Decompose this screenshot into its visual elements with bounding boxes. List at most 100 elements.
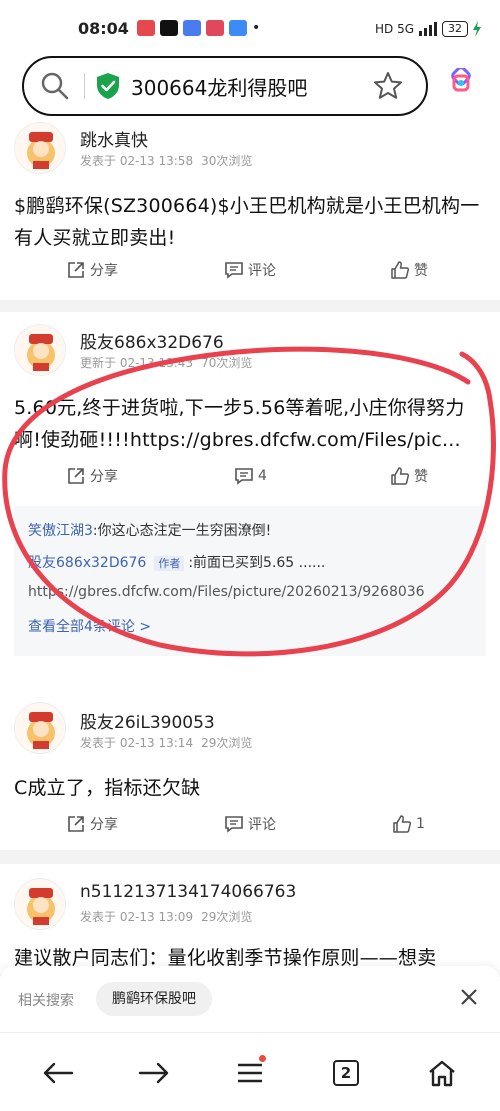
post-username[interactable]: 跳水真快 — [80, 126, 148, 151]
post-views: 29次浏览 — [201, 910, 253, 924]
like-button[interactable]: 1 — [392, 814, 425, 834]
share-button[interactable]: 分享 — [66, 814, 118, 834]
search-query[interactable]: 300664龙利得股吧 — [131, 72, 307, 101]
search-header: 300664龙利得股吧 — [0, 56, 500, 118]
comment-label: 评论 — [248, 263, 276, 279]
post-actions: 分享 评论 赞 — [0, 260, 500, 290]
status-time: 08:04 — [78, 18, 129, 38]
comment-button[interactable]: 4 — [234, 466, 267, 486]
home-button[interactable] — [424, 1055, 460, 1091]
comment-text: :你这心态注定一生穷困潦倒! — [92, 523, 272, 539]
search-bar[interactable]: 300664龙利得股吧 — [22, 56, 428, 116]
post-date: 更新于 02-13 13:43 — [80, 356, 194, 370]
signal-icon — [419, 22, 437, 36]
share-icon — [68, 816, 84, 832]
post-card[interactable]: 股友26iL390053 发表于 02-13 13:14 29次浏览 C成立了，指… — [0, 686, 500, 850]
user-avatar[interactable] — [14, 324, 66, 376]
post-meta: 更新于 02-13 13:43 70次浏览 — [80, 354, 260, 371]
network-label: HD 5G — [374, 22, 414, 36]
comment-icon — [225, 816, 243, 833]
notification-dot — [259, 1055, 266, 1062]
browser-logo-icon[interactable] — [446, 68, 476, 98]
post-views: 29次浏览 — [201, 736, 253, 750]
tabs-count: 2 — [333, 1060, 359, 1086]
menu-icon — [238, 1063, 262, 1083]
forward-button[interactable] — [136, 1055, 172, 1091]
app-icon — [182, 20, 201, 36]
notification-icon — [136, 20, 155, 36]
post-date: 发表于 02-13 13:14 — [80, 736, 194, 750]
comment-icon — [235, 468, 253, 485]
post-views: 70次浏览 — [201, 356, 253, 370]
post-actions: 分享 4 赞 — [0, 466, 500, 496]
arrow-right-icon — [138, 1062, 169, 1084]
like-button[interactable]: 赞 — [390, 260, 428, 280]
app-icon — [205, 20, 224, 36]
comment-user[interactable]: 股友686x32D676 — [28, 555, 146, 571]
more-dot-icon: • — [251, 20, 261, 36]
status-right: HD 5G 32 — [375, 21, 482, 37]
post-username[interactable]: 股友26iL390053 — [80, 708, 215, 733]
share-button[interactable]: 分享 — [66, 260, 118, 280]
status-bar: 08:04 • HD 5G 32 — [0, 0, 500, 56]
post-content[interactable]: $鹏鹞环保(SZ300664)$小王巴机构就是小王巴机构一有人买就立即卖出! — [14, 190, 482, 254]
app-icon — [228, 20, 247, 36]
comment-preview[interactable]: 笑傲江湖3:你这心态注定一生穷困潦倒! 股友686x32D676 作者:前面已买到… — [14, 506, 486, 656]
comment-item[interactable]: 笑傲江湖3:你这心态注定一生穷困潦倒! — [28, 520, 474, 540]
post-meta: 发表于 02-13 13:58 30次浏览 — [80, 152, 260, 169]
comment-item[interactable]: https://gbres.dfcfw.com/Files/picture/20… — [28, 584, 474, 600]
share-icon — [68, 468, 84, 484]
related-search-chip[interactable]: 鹏鹞环保股吧 — [96, 982, 212, 1016]
menu-button[interactable] — [232, 1055, 268, 1091]
comment-item[interactable]: 股友686x32D676 作者:前面已买到5.65 ...... — [28, 552, 474, 572]
comment-button[interactable]: 评论 — [224, 814, 276, 834]
user-avatar[interactable] — [14, 702, 66, 754]
like-button[interactable]: 赞 — [390, 466, 428, 486]
back-button[interactable] — [40, 1055, 76, 1091]
post-content[interactable]: 5.60元,终于进货啦,下一步5.56等着呢,小庄你得努力啊!使劲砸!!!!ht… — [14, 392, 482, 456]
share-label: 分享 — [90, 469, 118, 485]
comment-button[interactable]: 评论 — [224, 260, 276, 280]
comment-icon — [225, 262, 243, 279]
battery-level: 32 — [442, 21, 468, 37]
thumbs-up-icon — [391, 467, 410, 485]
tiktok-icon — [159, 20, 178, 36]
post-username[interactable]: n5112137134174066763 — [80, 882, 296, 902]
thumbs-up-icon — [391, 261, 410, 279]
comment-count: 4 — [258, 468, 267, 484]
post-date: 发表于 02-13 13:09 — [80, 910, 194, 924]
post-card[interactable]: n5112137134174066763 发表于 02-13 13:09 29次浏… — [0, 864, 500, 974]
thumbs-up-icon — [393, 815, 412, 833]
user-avatar[interactable] — [14, 878, 66, 930]
post-views: 30次浏览 — [201, 154, 253, 168]
search-separator — [84, 73, 85, 99]
author-badge: 作者 — [154, 556, 185, 571]
related-search-bar: 相关搜索 鹏鹞环保股吧 — [0, 966, 500, 1032]
share-icon — [68, 262, 84, 278]
like-count: 1 — [416, 816, 425, 832]
post-content[interactable]: C成立了，指标还欠缺 — [14, 772, 482, 804]
post-card[interactable]: 跳水真快 发表于 02-13 13:58 30次浏览 $鹏鹞环保(SZ300664… — [0, 118, 500, 300]
related-search-label: 相关搜索 — [18, 993, 74, 1009]
user-avatar[interactable] — [14, 122, 66, 174]
search-icon[interactable] — [40, 71, 70, 101]
comment-text: https://gbres.dfcfw.com/Files/picture/20… — [28, 584, 425, 600]
post-date: 发表于 02-13 13:58 — [80, 154, 194, 168]
comment-label: 评论 — [248, 817, 276, 833]
post-meta: 发表于 02-13 13:14 29次浏览 — [80, 734, 260, 751]
share-button[interactable]: 分享 — [66, 466, 118, 486]
tabs-button[interactable]: 2 — [328, 1055, 364, 1091]
post-username[interactable]: 股友686x32D676 — [80, 328, 224, 353]
comment-text: :前面已买到5.65 ...... — [188, 555, 326, 571]
like-label: 赞 — [414, 263, 428, 279]
favorite-star-icon[interactable] — [372, 70, 404, 102]
share-label: 分享 — [90, 817, 118, 833]
post-actions: 分享 评论 1 — [0, 814, 500, 844]
charging-icon — [473, 21, 481, 37]
share-label: 分享 — [90, 263, 118, 279]
view-all-comments-link[interactable]: 查看全部4条评论 > — [28, 616, 474, 636]
post-meta: 发表于 02-13 13:09 29次浏览 — [80, 908, 260, 925]
home-icon — [429, 1060, 455, 1087]
comment-user[interactable]: 笑傲江湖3 — [28, 523, 93, 539]
close-icon[interactable] — [458, 986, 480, 1008]
